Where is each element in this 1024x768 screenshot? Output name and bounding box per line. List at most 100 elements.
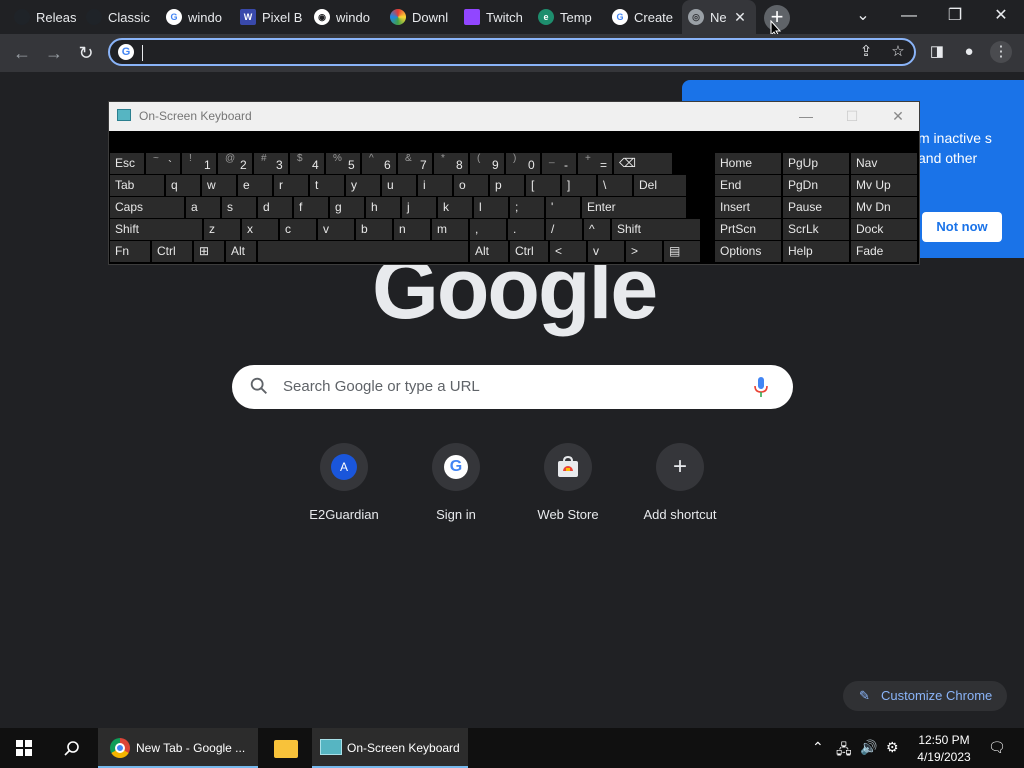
key-nav[interactable]: Help (783, 241, 849, 262)
key-esc[interactable]: Esc (110, 153, 144, 174)
key-nav[interactable]: Insert (715, 197, 781, 218)
tab-twitch[interactable]: Twitch (464, 0, 532, 34)
address-bar[interactable]: G (108, 38, 916, 66)
osk-minimize-button[interactable]: — (791, 106, 821, 126)
key-char[interactable]: ^ (584, 219, 610, 240)
share-button[interactable]: ⇪ (855, 41, 877, 63)
key-5[interactable]: $4 (290, 153, 324, 174)
key-nav[interactable]: Options (715, 241, 781, 262)
not-now-button[interactable]: Not now (922, 212, 1002, 242)
osk-maximize-button[interactable]: ☐ (837, 106, 867, 126)
osk-title-bar[interactable]: On-Screen Keyboard — ☐ ✕ (109, 102, 919, 131)
key-backspace[interactable]: ⌫ (614, 153, 672, 174)
tab-search-button[interactable]: ⌄ (840, 0, 886, 34)
key-char[interactable]: t (310, 175, 344, 196)
key-char[interactable]: f (294, 197, 328, 218)
key-char[interactable]: ] (562, 175, 596, 196)
key-nav[interactable]: PgDn (783, 175, 849, 196)
key-del[interactable]: Del (634, 175, 686, 196)
key-char[interactable]: j (402, 197, 436, 218)
close-tab-icon[interactable]: ✕ (732, 9, 748, 25)
key-char[interactable]: e (238, 175, 272, 196)
restore-button[interactable]: ❐ (932, 0, 978, 34)
key-char[interactable]: d (258, 197, 292, 218)
close-button[interactable]: ✕ (978, 0, 1024, 34)
key-char[interactable]: r (274, 175, 308, 196)
key-nav[interactable]: Nav (851, 153, 917, 174)
key-nav[interactable]: End (715, 175, 781, 196)
key-13[interactable]: + = (578, 153, 612, 174)
key-nav[interactable]: Dock (851, 219, 917, 240)
key-mod[interactable]: ▤ (664, 241, 700, 262)
key-char[interactable]: i (418, 175, 452, 196)
search-button[interactable] (48, 728, 96, 768)
key-mod[interactable]: Alt (470, 241, 508, 262)
key-mod[interactable]: < (550, 241, 586, 262)
customize-chrome-button[interactable]: ✎ Customize Chrome (843, 681, 1007, 711)
tab-classic[interactable]: Classic (86, 0, 154, 34)
shortcut-sign-in[interactable]: G Sign in (400, 443, 512, 533)
key-char[interactable]: u (382, 175, 416, 196)
shortcut-web-store[interactable]: Web Store (512, 443, 624, 533)
key-10[interactable]: (9 (470, 153, 504, 174)
search-box[interactable]: Search Google or type a URL (232, 365, 793, 409)
key-char[interactable]: a (186, 197, 220, 218)
key-char[interactable]: , (470, 219, 506, 240)
key-8[interactable]: & 7 (398, 153, 432, 174)
minimize-button[interactable]: — (886, 0, 932, 34)
key-char[interactable]: o (454, 175, 488, 196)
key-11[interactable]: ) 0 (506, 153, 540, 174)
key-char[interactable]: . (508, 219, 544, 240)
key-nav[interactable]: Home (715, 153, 781, 174)
profile-button[interactable]: ● (958, 41, 980, 63)
back-button[interactable]: ← (9, 40, 35, 66)
key-char[interactable]: b (356, 219, 392, 240)
key-nav[interactable]: PrtScn (715, 219, 781, 240)
key-char[interactable]: p (490, 175, 524, 196)
taskbar-osk[interactable]: On-Screen Keyboard (312, 728, 468, 768)
key-char[interactable]: \ (598, 175, 632, 196)
menu-button[interactable]: ⋮ (990, 41, 1012, 63)
tab-download[interactable]: Downl (390, 0, 458, 34)
key-char[interactable]: n (394, 219, 430, 240)
clock-date[interactable]: 4/19/2023 (912, 750, 976, 764)
key-mod[interactable]: Fn (110, 241, 150, 262)
side-panel-button[interactable]: ◨ (926, 41, 948, 63)
key-caps[interactable]: Caps (110, 197, 184, 218)
microphone-icon[interactable] (754, 376, 768, 398)
key-mod[interactable]: v (588, 241, 624, 262)
key-char[interactable]: m (432, 219, 468, 240)
osk-close-button[interactable]: ✕ (883, 106, 913, 126)
key-char[interactable]: c (280, 219, 316, 240)
shortcut-e2guardian[interactable]: A E2Guardian (288, 443, 400, 533)
clock-time[interactable]: 12:50 PM (916, 733, 972, 747)
key-mod[interactable]: Ctrl (510, 241, 548, 262)
tab-windo-2[interactable]: ◉ windo (314, 0, 384, 34)
add-shortcut-button[interactable]: + Add shortcut (624, 443, 736, 533)
key-mod[interactable]: > (626, 241, 662, 262)
key-char[interactable]: z (204, 219, 240, 240)
key-nav[interactable]: Mv Dn (851, 197, 917, 218)
key-space[interactable] (258, 241, 468, 262)
key-3[interactable]: @2 (218, 153, 252, 174)
tab-releases[interactable]: Releas (14, 0, 80, 34)
key-mod[interactable]: Ctrl (152, 241, 192, 262)
chevron-up-icon[interactable]: ⌃ (812, 739, 824, 756)
key-tab[interactable]: Tab (110, 175, 164, 196)
forward-button[interactable]: → (41, 40, 67, 66)
key-shift[interactable]: Shift (612, 219, 700, 240)
key-2[interactable]: ! 1 (182, 153, 216, 174)
key-char[interactable]: s (222, 197, 256, 218)
notifications-icon[interactable]: 🗨 (988, 739, 1006, 756)
key-9[interactable]: * 8 (434, 153, 468, 174)
key-nav[interactable]: Fade (851, 241, 917, 262)
key-enter[interactable]: Enter (582, 197, 686, 218)
key-char[interactable]: ' (546, 197, 580, 218)
taskbar-chrome[interactable]: New Tab - Google ... (98, 728, 258, 768)
key-1[interactable]: ~ ` (146, 153, 180, 174)
bookmark-button[interactable]: ☆ (887, 41, 909, 63)
key-nav[interactable]: Pause (783, 197, 849, 218)
key-12[interactable]: _ - (542, 153, 576, 174)
key-6[interactable]: % 5 (326, 153, 360, 174)
key-char[interactable]: ; (510, 197, 544, 218)
